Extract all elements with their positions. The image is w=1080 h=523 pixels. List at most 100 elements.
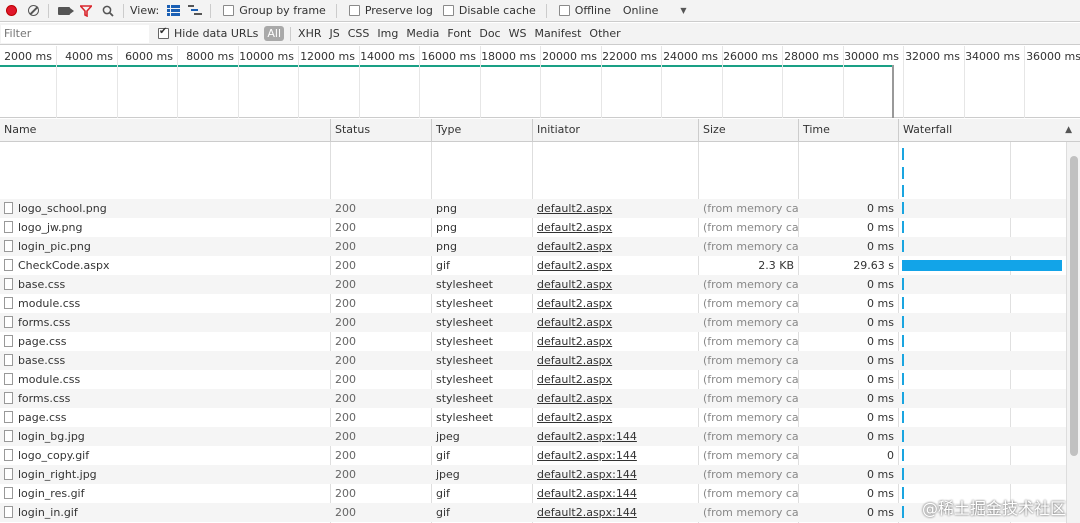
request-name[interactable]: login_pic.png — [18, 240, 91, 253]
table-row[interactable]: base.css 200 stylesheet default2.aspx (from … — [0, 275, 1066, 294]
row-name-cell[interactable]: login_right.jpg — [0, 465, 330, 484]
row-name-cell[interactable]: login_pic.png — [0, 237, 330, 256]
type-filter-manifest[interactable]: Manifest — [531, 26, 584, 41]
column-header-status[interactable]: Status — [331, 119, 432, 142]
request-initiator-link[interactable]: default2.aspx:144 — [537, 430, 637, 443]
row-name-cell[interactable]: base.css — [0, 275, 330, 294]
table-row[interactable]: base.css 200 stylesheet default2.aspx (from … — [0, 351, 1066, 370]
preserve-log-checkbox[interactable]: Preserve log — [348, 4, 433, 17]
column-header-name[interactable]: Name — [0, 119, 331, 142]
request-name[interactable]: base.css — [18, 354, 65, 367]
offline-checkbox[interactable]: Offline — [558, 4, 611, 17]
camera-icon[interactable] — [53, 0, 75, 22]
filter-input[interactable] — [1, 24, 149, 43]
request-initiator-link[interactable]: default2.aspx — [537, 240, 612, 253]
waterfall-marker[interactable] — [902, 297, 904, 309]
row-name-cell[interactable]: logo_jw.png — [0, 218, 330, 237]
disable-cache-checkbox[interactable]: Disable cache — [442, 4, 536, 17]
type-filter-css[interactable]: CSS — [345, 26, 373, 41]
table-row[interactable]: CheckCode.aspx 200 gif default2.aspx 2.3 KB 2… — [0, 256, 1066, 275]
table-row[interactable]: login_pic.png 200 png default2.aspx (from me… — [0, 237, 1066, 256]
request-initiator-link[interactable]: default2.aspx — [537, 316, 612, 329]
request-name[interactable]: base.css — [18, 278, 65, 291]
table-row[interactable]: forms.css 200 stylesheet default2.aspx (from… — [0, 313, 1066, 332]
waterfall-marker[interactable] — [902, 354, 904, 366]
request-name[interactable]: logo_jw.png — [18, 221, 82, 234]
overview-selection-handle[interactable] — [892, 65, 894, 118]
type-filter-all[interactable]: All — [264, 26, 285, 41]
throttling-select[interactable]: Online ▼ — [623, 4, 687, 17]
row-name-cell[interactable]: module.css — [0, 370, 330, 389]
request-initiator-link[interactable]: default2.aspx — [537, 278, 612, 291]
request-initiator-link[interactable]: default2.aspx:144 — [537, 468, 637, 481]
scrollbar-thumb[interactable] — [1070, 156, 1078, 456]
waterfall-marker[interactable] — [902, 449, 904, 461]
timeline-overview[interactable]: 2000 ms 4000 ms 6000 ms 8000 ms 10000 ms 1200… — [0, 46, 1080, 118]
table-row[interactable]: login_bg.jpg 200 jpeg default2.aspx:144 (fro… — [0, 427, 1066, 446]
hide-data-urls-checkbox[interactable]: Hide data URLs — [158, 26, 258, 40]
waterfall-marker[interactable] — [902, 373, 904, 385]
request-initiator-link[interactable]: default2.aspx — [537, 392, 612, 405]
column-header-size[interactable]: Size — [699, 119, 799, 142]
row-name-cell[interactable]: login_bg.jpg — [0, 427, 330, 446]
row-name-cell[interactable]: forms.css — [0, 389, 330, 408]
request-name[interactable]: module.css — [18, 297, 80, 310]
table-row[interactable]: logo_school.png 200 png default2.aspx (from … — [0, 199, 1066, 218]
row-name-cell[interactable]: module.css — [0, 294, 330, 313]
request-name[interactable]: forms.css — [18, 316, 70, 329]
table-row[interactable]: login_res.gif 200 gif default2.aspx:144 (fro… — [0, 484, 1066, 503]
waterfall-marker[interactable] — [902, 278, 904, 290]
type-filter-img[interactable]: Img — [374, 26, 401, 41]
table-row[interactable]: page.css 200 stylesheet default2.aspx (from … — [0, 332, 1066, 351]
table-row[interactable]: forms.css 200 stylesheet default2.aspx (from… — [0, 389, 1066, 408]
waterfall-bar[interactable] — [902, 260, 1062, 271]
vertical-scrollbar[interactable] — [1066, 142, 1080, 523]
group-by-frame-checkbox[interactable]: Group by frame — [223, 4, 326, 17]
request-initiator-link[interactable]: default2.aspx — [537, 411, 612, 424]
table-row[interactable]: module.css 200 stylesheet default2.aspx (fro… — [0, 370, 1066, 389]
row-name-cell[interactable]: forms.css — [0, 313, 330, 332]
request-name[interactable]: module.css — [18, 373, 80, 386]
table-row[interactable]: module.css 200 stylesheet default2.aspx (fro… — [0, 294, 1066, 313]
row-name-cell[interactable]: logo_copy.gif — [0, 446, 330, 465]
search-icon[interactable] — [97, 0, 119, 22]
column-header-initiator[interactable]: Initiator — [533, 119, 699, 142]
row-name-cell[interactable]: CheckCode.aspx — [0, 256, 330, 275]
request-initiator-link[interactable]: default2.aspx:144 — [537, 487, 637, 500]
waterfall-marker[interactable] — [902, 335, 904, 347]
row-name-cell[interactable]: login_res.gif — [0, 484, 330, 503]
large-rows-icon[interactable] — [162, 0, 184, 22]
request-name[interactable]: login_res.gif — [18, 487, 84, 500]
row-name-cell[interactable]: page.css — [0, 408, 330, 427]
row-name-cell[interactable]: page.css — [0, 332, 330, 351]
request-initiator-link[interactable]: default2.aspx — [537, 373, 612, 386]
request-name[interactable]: page.css — [18, 411, 66, 424]
checkbox-box[interactable] — [558, 5, 570, 16]
request-initiator-link[interactable]: default2.aspx:144 — [537, 506, 637, 519]
waterfall-marker[interactable] — [902, 487, 904, 499]
request-initiator-link[interactable]: default2.aspx:144 — [537, 449, 637, 462]
clear-icon[interactable] — [22, 0, 44, 22]
type-filter-doc[interactable]: Doc — [476, 26, 503, 41]
checkbox-box[interactable] — [158, 26, 169, 39]
waterfall-marker[interactable] — [902, 468, 904, 480]
request-name[interactable]: login_bg.jpg — [18, 430, 85, 443]
checkbox-box[interactable] — [348, 5, 360, 16]
type-filter-js[interactable]: JS — [327, 26, 343, 41]
waterfall-marker[interactable] — [902, 240, 904, 252]
request-name[interactable]: CheckCode.aspx — [18, 259, 109, 272]
column-header-type[interactable]: Type — [432, 119, 533, 142]
type-filter-font[interactable]: Font — [444, 26, 474, 41]
column-header-time[interactable]: Time — [799, 119, 899, 142]
request-initiator-link[interactable]: default2.aspx — [537, 221, 612, 234]
waterfall-marker[interactable] — [902, 221, 904, 233]
waterfall-marker[interactable] — [902, 392, 904, 404]
request-name[interactable]: logo_copy.gif — [18, 449, 89, 462]
column-header-waterfall[interactable]: Waterfall ▲ — [899, 119, 1080, 142]
type-filter-other[interactable]: Other — [586, 26, 623, 41]
request-initiator-link[interactable]: default2.aspx — [537, 259, 612, 272]
waterfall-marker[interactable] — [902, 506, 904, 518]
request-name[interactable]: login_right.jpg — [18, 468, 97, 481]
waterfall-marker[interactable] — [902, 202, 904, 214]
type-filter-ws[interactable]: WS — [506, 26, 530, 41]
